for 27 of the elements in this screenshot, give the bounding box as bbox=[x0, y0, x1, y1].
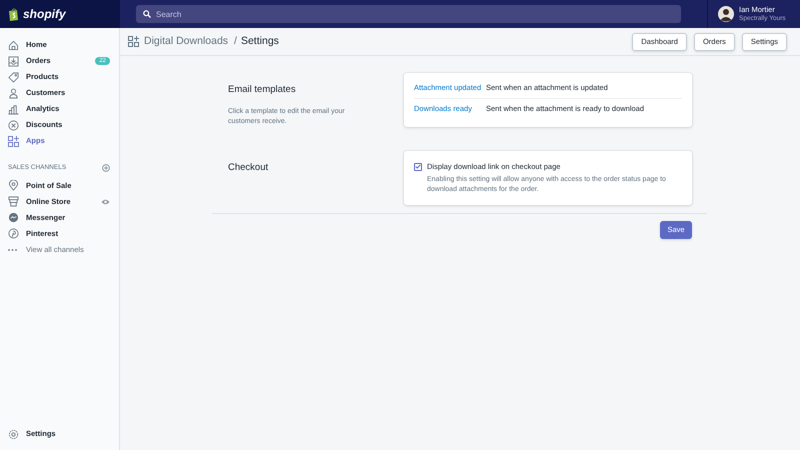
breadcrumb-link[interactable]: Digital Downloads bbox=[144, 34, 228, 50]
checkbox[interactable] bbox=[414, 162, 422, 171]
breadcrumb-separator: / bbox=[234, 34, 237, 49]
apps-icon bbox=[8, 136, 19, 146]
section-title: Checkout bbox=[228, 161, 270, 176]
search-icon bbox=[143, 10, 151, 18]
pin-logo-icon bbox=[8, 228, 19, 240]
bar-chart-icon bbox=[8, 104, 19, 114]
location-pin-icon bbox=[8, 180, 19, 192]
more-icon bbox=[8, 248, 17, 251]
storefront-icon bbox=[8, 196, 19, 208]
add-icon[interactable] bbox=[102, 164, 110, 172]
page-title: Settings bbox=[240, 34, 279, 49]
avatar-icon bbox=[718, 6, 734, 22]
gear-icon bbox=[8, 428, 19, 440]
inbox-icon bbox=[8, 56, 19, 66]
apps-icon bbox=[128, 36, 139, 47]
person-icon bbox=[8, 88, 19, 98]
section-title: Email templates bbox=[228, 83, 297, 97]
chat-bubble-icon bbox=[8, 212, 19, 224]
discount-icon bbox=[8, 120, 19, 130]
tag-icon bbox=[8, 72, 19, 82]
search-field[interactable]: Search bbox=[136, 5, 681, 23]
home-icon bbox=[8, 40, 19, 50]
logo-text: shopify bbox=[23, 6, 66, 23]
eye-icon[interactable] bbox=[101, 198, 110, 205]
shopping-bag-icon bbox=[8, 8, 19, 20]
